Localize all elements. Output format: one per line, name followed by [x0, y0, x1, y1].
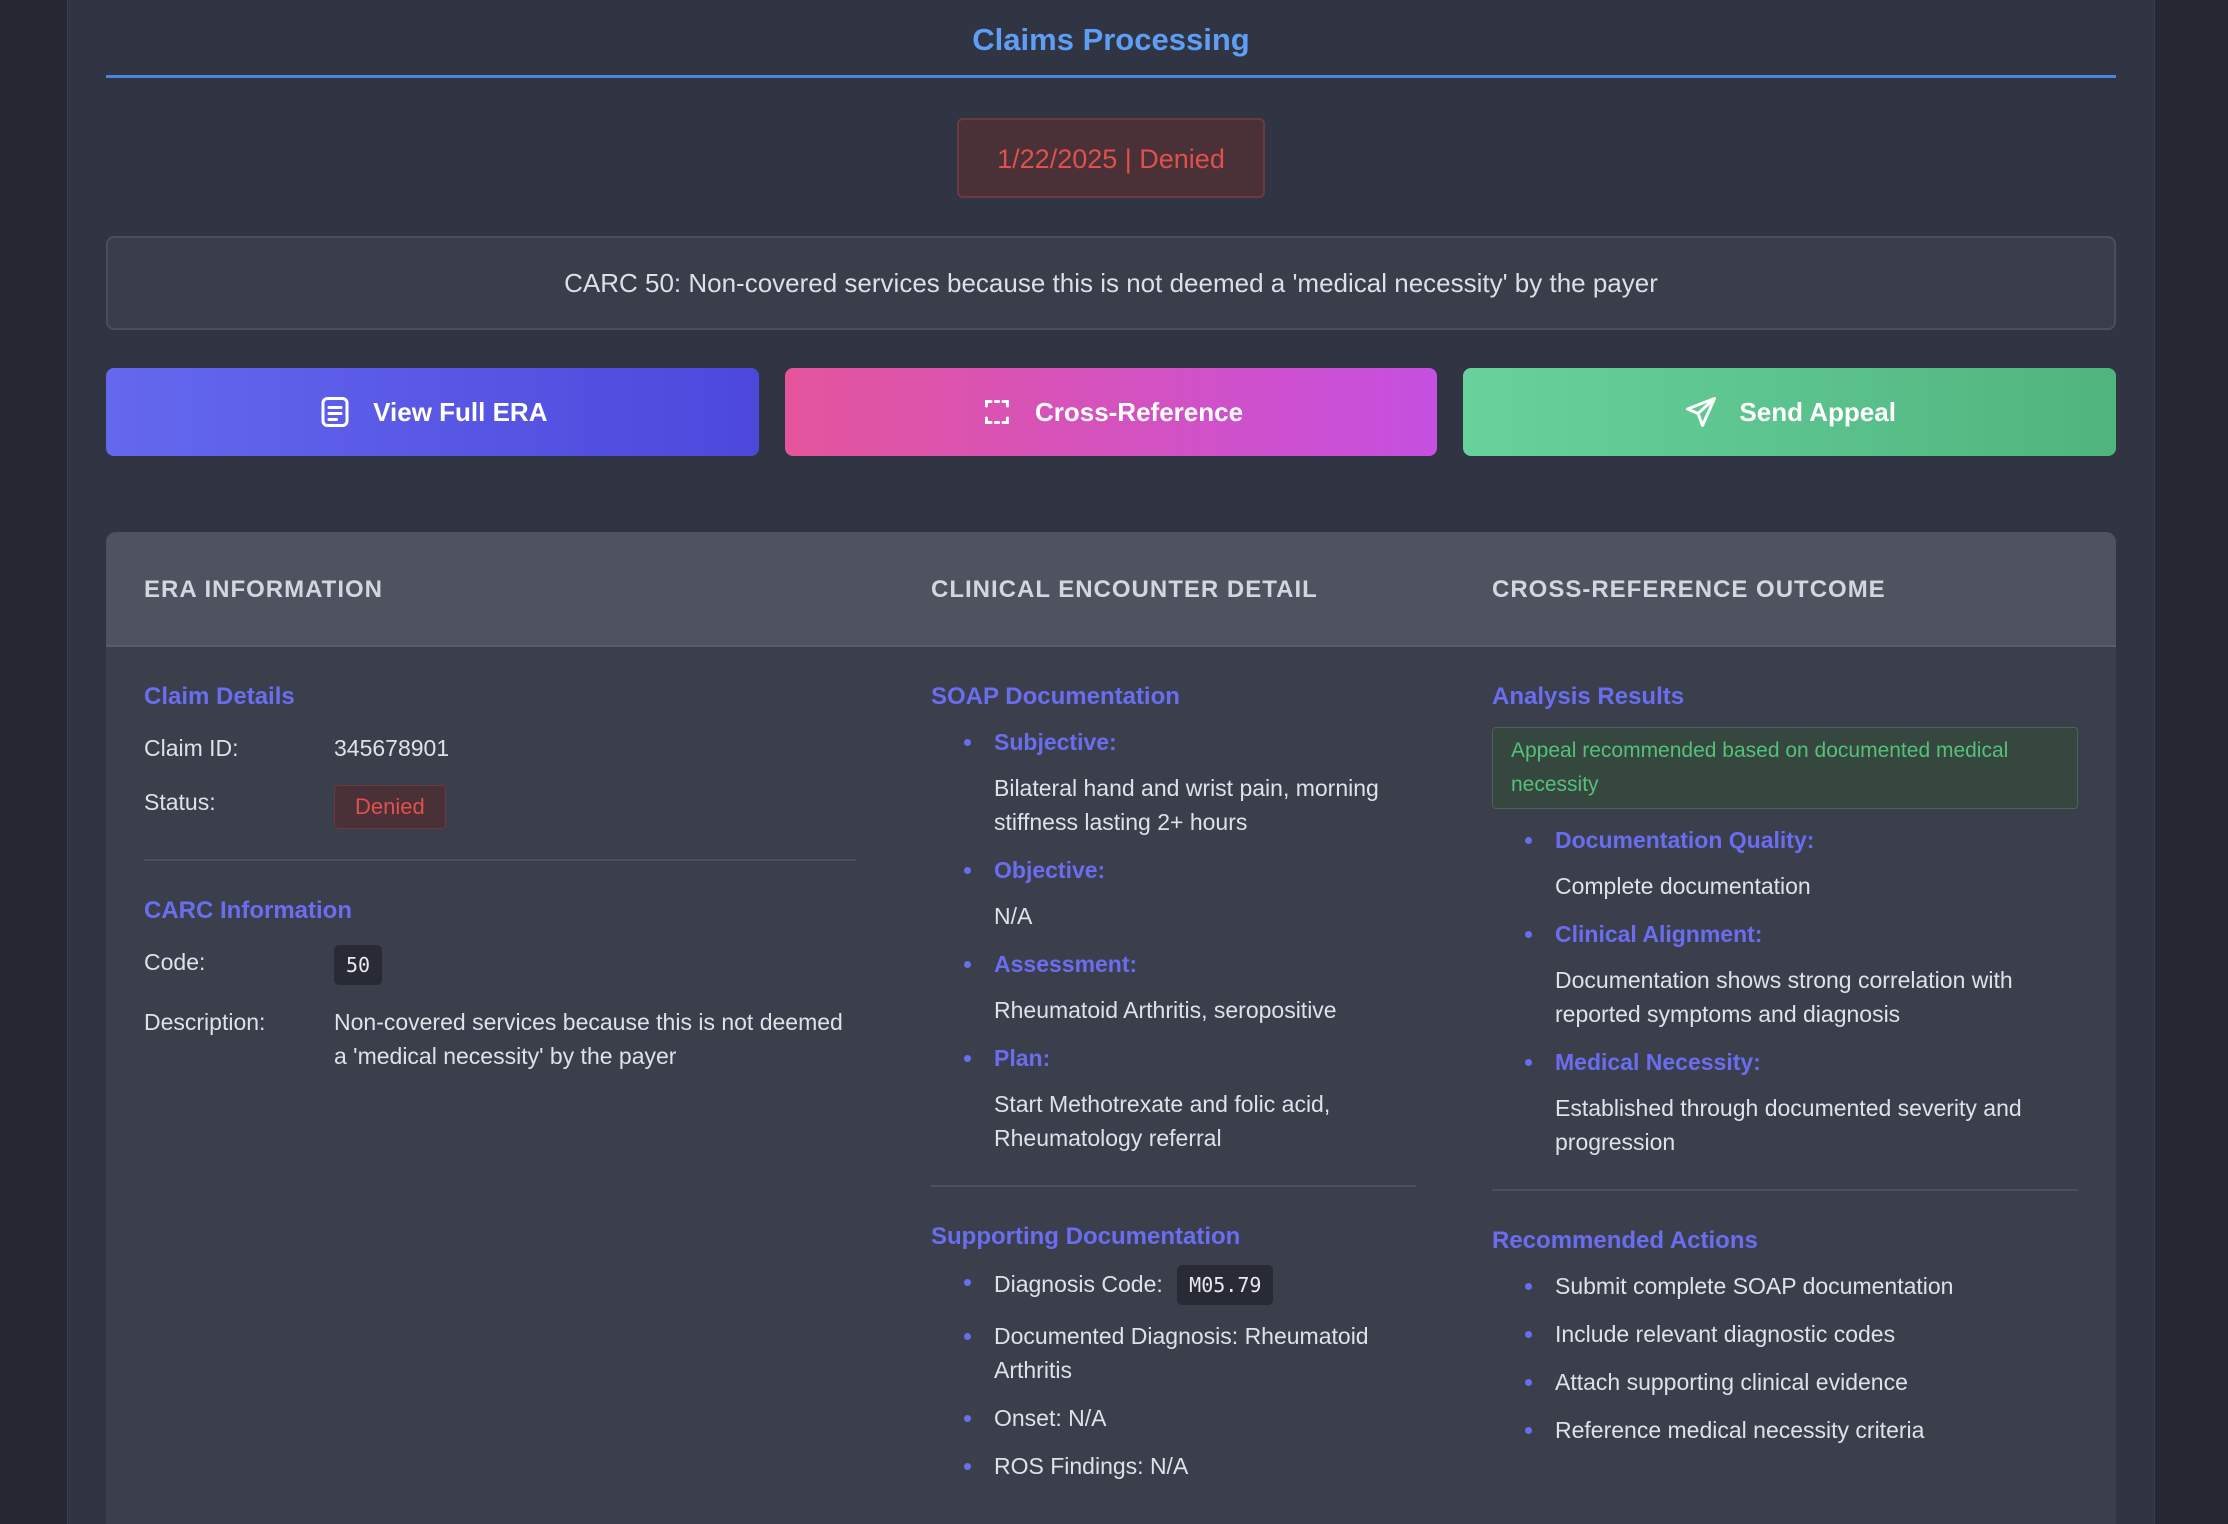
claim-detail-panel: ERA INFORMATION CLINICAL ENCOUNTER DETAI… [106, 532, 2116, 1524]
list-item: Reference medical necessity criteria [1492, 1413, 2078, 1447]
soap-assessment: Assessment: Rheumatoid Arthritis, seropo… [931, 947, 1416, 1027]
supporting-documentation-title: Supporting Documentation [931, 1223, 1241, 1250]
list-item: Submit complete SOAP documentation [1492, 1269, 2078, 1303]
view-full-era-button[interactable]: View Full ERA [106, 368, 759, 456]
send-icon [1686, 397, 1717, 427]
recommended-actions-title: Recommended Actions [1492, 1227, 1758, 1254]
soap-subjective: Subjective: Bilateral hand and wrist pai… [931, 725, 1416, 839]
status-denied-badge: Denied [334, 785, 446, 829]
finding-medical-necessity: Medical Necessity: Established through d… [1492, 1045, 2078, 1159]
era-column: Claim Details Claim ID: 345678901 Status… [144, 647, 856, 1073]
analysis-results-title: Analysis Results [1492, 683, 1685, 710]
appeal-recommendation: Appeal recommended based on documented m… [1492, 727, 2078, 809]
claim-id-row: Claim ID: 345678901 [144, 731, 856, 765]
list-item: Documented Diagnosis: Rheumatoid Arthrit… [931, 1319, 1416, 1387]
soap-objective: Objective: N/A [931, 853, 1416, 933]
soap-item-text: Bilateral hand and wrist pain, morning s… [994, 775, 1379, 835]
divider [931, 1185, 1416, 1187]
description-label: Description: [144, 1009, 266, 1035]
status-label: Status: [144, 789, 216, 815]
list-item: Diagnosis Code: M05.79 [931, 1265, 1416, 1305]
carc-information-title: CARC Information [144, 897, 352, 924]
clinical-encounter-header: CLINICAL ENCOUNTER DETAIL [931, 576, 1318, 603]
finding-label: Medical Necessity: [1555, 1049, 1761, 1075]
cross-reference-outcome-header: CROSS-REFERENCE OUTCOME [1492, 576, 1886, 603]
soap-item-text: Rheumatoid Arthritis, seropositive [994, 997, 1337, 1023]
finding-clinical-alignment: Clinical Alignment: Documentation shows … [1492, 917, 2078, 1031]
status-row: Status: Denied [144, 785, 856, 829]
divider [144, 859, 856, 861]
document-icon [321, 397, 349, 427]
finding-text: Established through documented severity … [1555, 1095, 2022, 1155]
focus-frame-icon [984, 400, 1009, 424]
finding-text: Complete documentation [1555, 873, 1811, 899]
soap-item-label: Assessment: [994, 951, 1138, 977]
soap-plan: Plan: Start Methotrexate and folic acid,… [931, 1041, 1416, 1155]
list-item: Onset: N/A [931, 1401, 1416, 1435]
view-full-era-label: View Full ERA [373, 396, 548, 427]
page-title: Claims Processing [106, 0, 2116, 78]
diagnosis-code: M05.79 [1177, 1265, 1274, 1305]
finding-text: Documentation shows strong correlation w… [1555, 967, 2013, 1027]
action-buttons: View Full ERA Cross-Reference Send Appea… [106, 368, 2117, 456]
soap-item-text: Start Methotrexate and folic acid, Rheum… [994, 1091, 1331, 1151]
soap-item-label: Plan: [994, 1045, 1051, 1071]
soap-documentation-title: SOAP Documentation [931, 683, 1180, 710]
divider [1492, 1189, 2078, 1191]
claim-details-title: Claim Details [144, 683, 295, 710]
diagnosis-code-label: Diagnosis Code: [994, 1271, 1163, 1297]
list-item: ROS Findings: N/A [931, 1449, 1416, 1483]
claim-id-value: 345678901 [334, 735, 450, 761]
soap-list: Subjective: Bilateral hand and wrist pai… [931, 725, 1416, 1155]
list-item: Attach supporting clinical evidence [1492, 1365, 2078, 1399]
description-row: Description: Non-covered services becaus… [144, 1005, 856, 1073]
finding-label: Clinical Alignment: [1555, 921, 1763, 947]
soap-item-label: Subjective: [994, 729, 1117, 755]
status-badge: 1/22/2025 | Denied [957, 118, 1265, 198]
send-appeal-label: Send Appeal [1739, 396, 1896, 427]
list-item: Include relevant diagnostic codes [1492, 1317, 2078, 1351]
claim-id-label: Claim ID: [144, 735, 239, 761]
cross-reference-label: Cross-Reference [1034, 396, 1244, 427]
clinical-column: SOAP Documentation Subjective: Bilateral… [931, 647, 1416, 1483]
actions-list: Submit complete SOAP documentation Inclu… [1492, 1269, 2078, 1447]
soap-item-label: Objective: [994, 857, 1106, 883]
finding-label: Documentation Quality: [1555, 827, 1815, 853]
send-appeal-button[interactable]: Send Appeal [1463, 368, 2117, 456]
era-information-header: ERA INFORMATION [144, 576, 383, 603]
code-row: Code: 50 [144, 945, 856, 985]
outcome-column: Analysis Results Appeal recommended base… [1492, 647, 2078, 1447]
findings-list: Documentation Quality: Complete document… [1492, 823, 2078, 1159]
cross-reference-button[interactable]: Cross-Reference [784, 368, 1438, 456]
carc-code: 50 [334, 945, 383, 985]
code-label: Code: [144, 949, 206, 975]
supporting-list: Diagnosis Code: M05.79 Documented Diagno… [931, 1265, 1416, 1483]
finding-documentation-quality: Documentation Quality: Complete document… [1492, 823, 2078, 903]
soap-item-text: N/A [994, 903, 1033, 929]
description-value: Non-covered services because this is not… [334, 1009, 843, 1069]
carc-banner: CARC 50: Non-covered services because th… [106, 236, 2116, 330]
main-container: Claims Processing 1/22/2025 | Denied CAR… [67, 0, 2155, 1524]
